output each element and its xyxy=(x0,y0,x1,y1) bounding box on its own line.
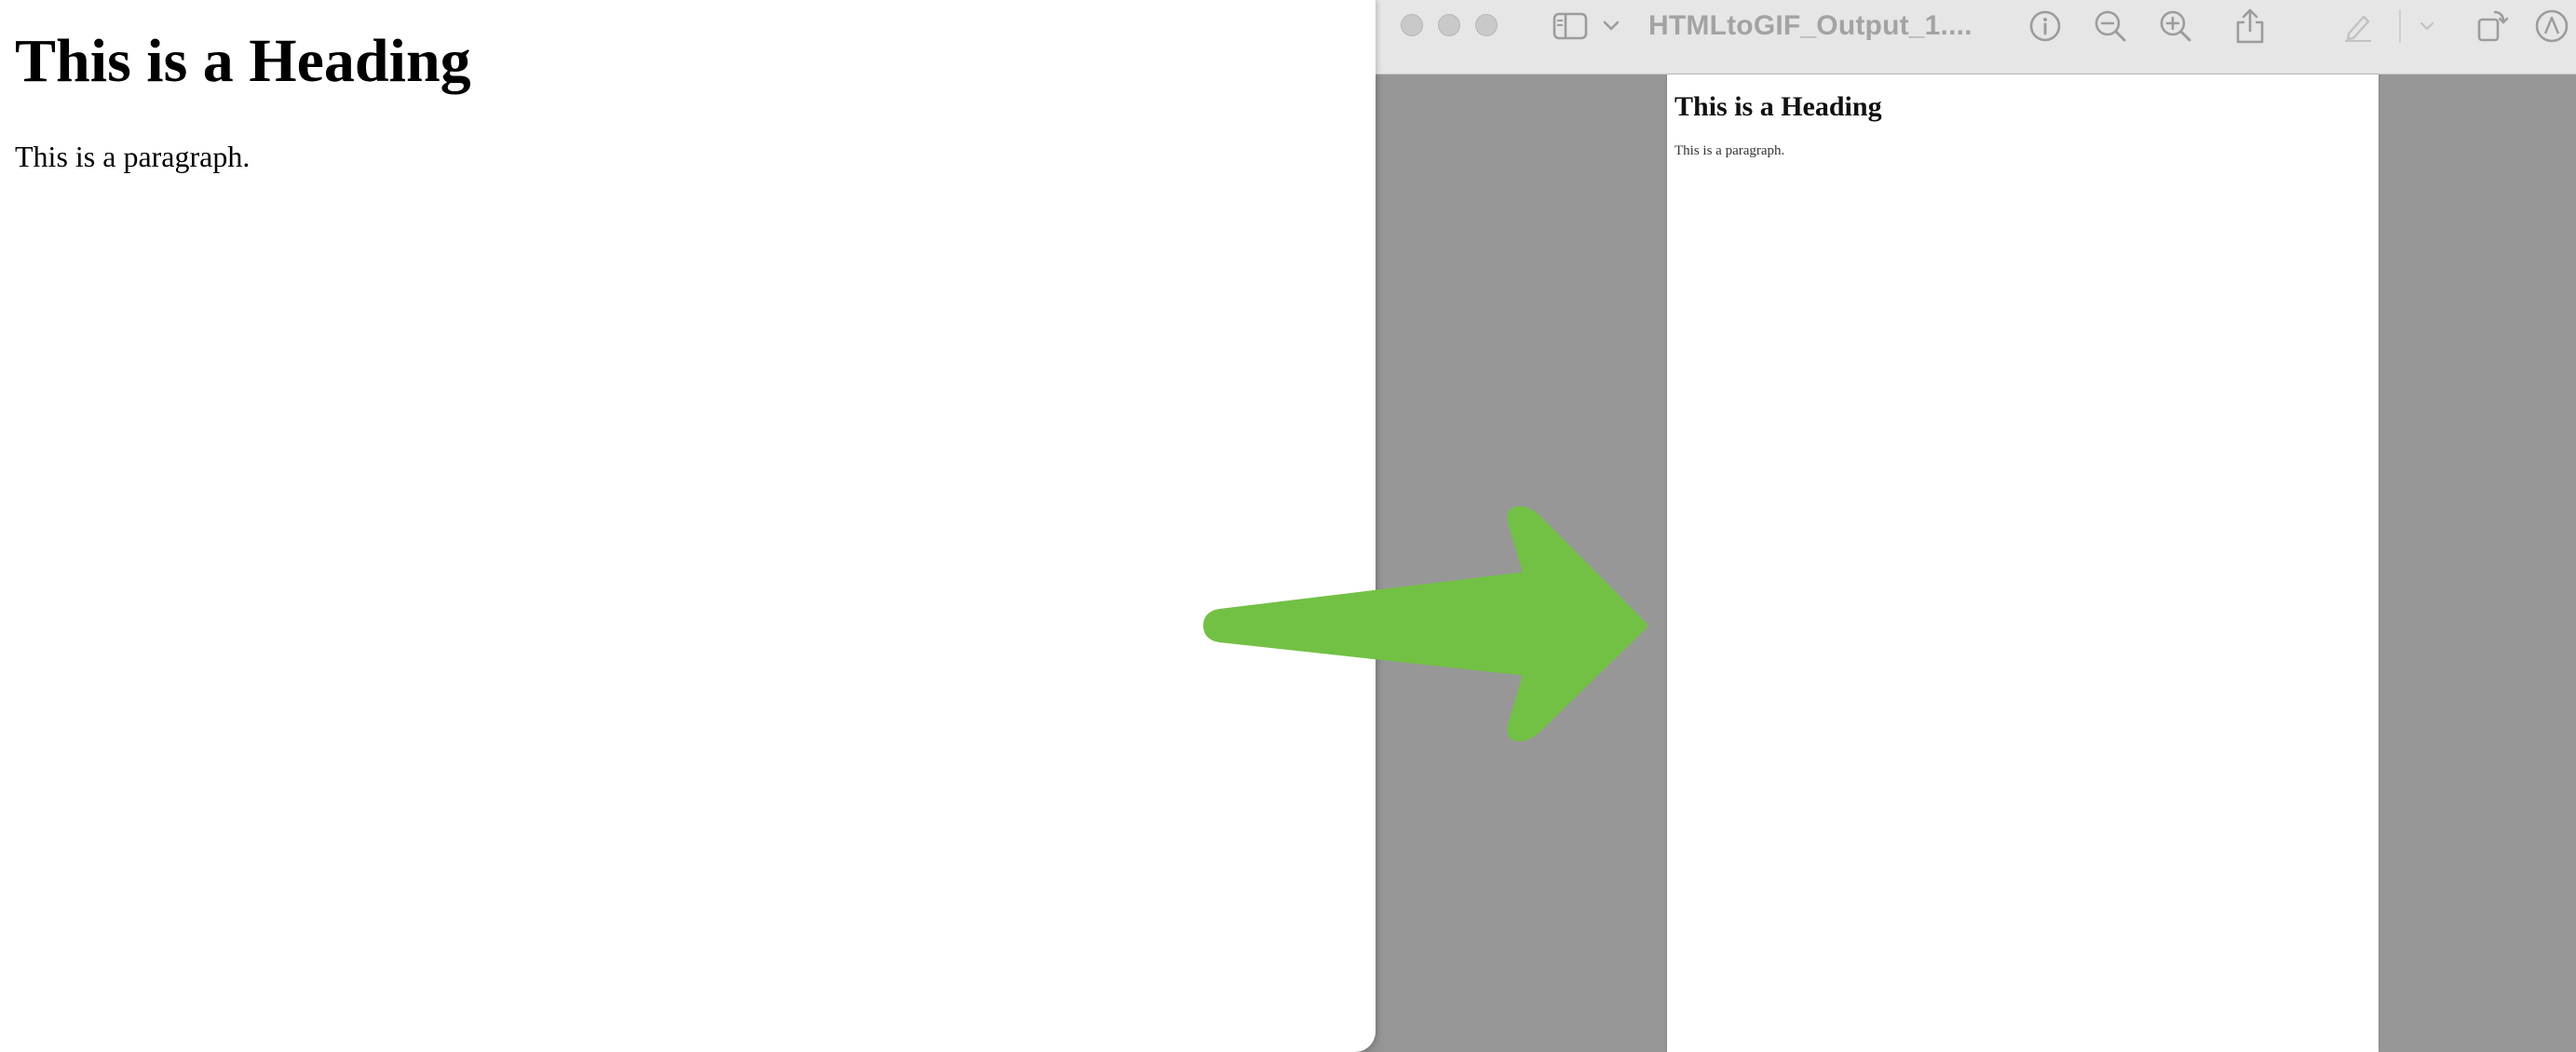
page-heading: This is a Heading xyxy=(15,27,471,95)
share-button[interactable] xyxy=(2231,7,2269,45)
chevron-down-icon xyxy=(2420,21,2434,31)
rotate-button[interactable] xyxy=(2474,7,2511,45)
info-button[interactable] xyxy=(2027,7,2064,45)
window-zoom-button[interactable] xyxy=(1475,14,1498,36)
markup-menu-button[interactable] xyxy=(2408,7,2446,45)
annotate-button[interactable] xyxy=(2533,7,2570,45)
document-title: HTMLtoGIF_Output_1.... xyxy=(1648,10,1973,41)
toolbar-divider xyxy=(2399,9,2401,43)
rotate-icon xyxy=(2477,10,2509,42)
html-page-render: This is a Heading This is a paragraph. xyxy=(0,0,1376,1052)
pdf-page-paragraph: This is a paragraph. xyxy=(1674,143,1785,158)
markup-button[interactable] xyxy=(2339,7,2377,45)
sidebar-menu-button[interactable] xyxy=(1593,7,1630,45)
info-icon xyxy=(2029,10,2061,42)
green-arrow-icon xyxy=(1203,506,1647,742)
zoom-in-button[interactable] xyxy=(2157,7,2194,45)
pdf-page-heading: This is a Heading xyxy=(1674,91,1882,122)
zoom-in-icon xyxy=(2160,10,2191,42)
zoom-out-button[interactable] xyxy=(2092,7,2129,45)
screenshot-stage: HTMLtoGIF_Output_1.... This is a Heading… xyxy=(0,0,2576,1052)
arrow-shape xyxy=(1203,506,1647,742)
zoom-out-icon xyxy=(2095,10,2126,42)
viewer-toolbar: HTMLtoGIF_Output_1.... xyxy=(1332,0,2576,74)
markup-pen-icon xyxy=(2345,15,2371,42)
share-icon xyxy=(2236,8,2264,44)
chevron-down-icon xyxy=(1603,20,1620,31)
sidebar-icon xyxy=(1552,12,1588,40)
annotate-icon xyxy=(2535,9,2569,43)
page-paragraph: This is a paragraph. xyxy=(15,140,251,173)
window-close-button[interactable] xyxy=(1401,14,1423,36)
pdf-page: This is a Heading This is a paragraph. xyxy=(1667,74,2379,1052)
window-minimize-button[interactable] xyxy=(1438,14,1460,36)
sidebar-toggle-button[interactable] xyxy=(1552,7,1589,45)
